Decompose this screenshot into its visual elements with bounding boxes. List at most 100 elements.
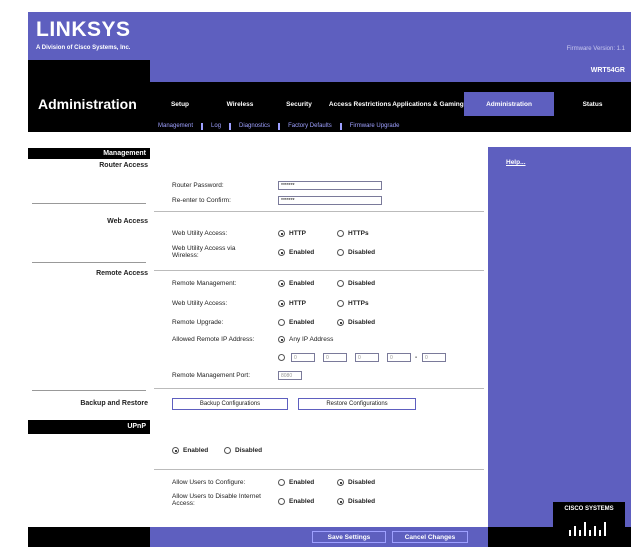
radio-selected-icon: [278, 230, 285, 237]
allow-disable-disabled-radio[interactable]: Disabled: [337, 498, 375, 505]
ip-octet-1-input[interactable]: 0: [291, 353, 315, 362]
restore-configurations-button[interactable]: Restore Configurations: [298, 398, 416, 410]
web-utility-access-label: Web Utility Access:: [172, 230, 228, 237]
divider: [32, 203, 146, 204]
router-admin-page: LINKSYS A Division of Cisco Systems, Inc…: [28, 12, 631, 547]
any-ip-radio[interactable]: Any IP Address: [278, 336, 333, 343]
section-router-access: Router Access: [99, 162, 148, 169]
subtab-factory-defaults[interactable]: Factory Defaults: [280, 122, 342, 130]
radio-unselected-icon: [337, 230, 344, 237]
cisco-systems-text: CISCO SYSTEMS: [564, 506, 614, 512]
section-management-header: Management: [28, 148, 150, 159]
radio-selected-icon: [278, 280, 285, 287]
divider: [154, 469, 484, 470]
allow-configure-label: Allow Users to Configure:: [172, 479, 246, 486]
radio-selected-icon: [337, 319, 344, 326]
radio-unselected-icon: [278, 479, 285, 486]
remote-web-utility-label: Web Utility Access:: [172, 300, 228, 307]
tab-wireless[interactable]: Wireless: [210, 101, 270, 108]
tab-status[interactable]: Status: [554, 101, 631, 108]
radio-selected-icon: [278, 336, 285, 343]
remote-management-label: Remote Management:: [172, 280, 237, 287]
tab-administration[interactable]: Administration: [464, 92, 554, 116]
divider: [154, 388, 484, 389]
firmware-version: Firmware Version: 1.1: [566, 46, 625, 52]
ip-range-dash: -: [415, 354, 418, 361]
section-upnp-header: UPnP: [28, 420, 150, 434]
reenter-password-input[interactable]: *******: [278, 196, 382, 205]
tab-setup[interactable]: Setup: [150, 101, 210, 108]
cancel-changes-button[interactable]: Cancel Changes: [392, 531, 468, 543]
logo-subtitle: A Division of Cisco Systems, Inc.: [36, 45, 131, 51]
cisco-bars-icon: [569, 522, 606, 536]
help-panel: Help...: [488, 147, 631, 527]
remote-upgrade-label: Remote Upgrade:: [172, 319, 224, 326]
remote-management-disabled-radio[interactable]: Disabled: [337, 280, 375, 287]
ip-range-radio[interactable]: [278, 354, 289, 361]
radio-unselected-icon: [337, 280, 344, 287]
radio-unselected-icon: [278, 319, 285, 326]
radio-unselected-icon: [337, 300, 344, 307]
subtab-diagnostics[interactable]: Diagnostics: [231, 122, 281, 130]
radio-selected-icon: [278, 300, 285, 307]
save-settings-button[interactable]: Save Settings: [312, 531, 386, 543]
footer-actions: Save Settings Cancel Changes: [150, 527, 488, 547]
divider: [154, 211, 484, 212]
wireless-access-disabled-radio[interactable]: Disabled: [337, 249, 375, 256]
web-utility-wireless-label: Web Utility Access via Wireless:: [172, 245, 236, 259]
web-access-http-radio[interactable]: HTTP: [278, 230, 306, 237]
main-form: Router Password: ******* Re-enter to Con…: [150, 132, 488, 527]
remote-upgrade-enabled-radio[interactable]: Enabled: [278, 319, 314, 326]
router-password-input[interactable]: *******: [278, 181, 382, 190]
divider: [32, 262, 146, 263]
ip-octet-4-input[interactable]: 0: [387, 353, 411, 362]
page-title: Administration: [38, 96, 137, 112]
help-link[interactable]: Help...: [506, 159, 526, 166]
tab-applications-gaming[interactable]: Applications & Gaming: [392, 101, 464, 108]
reenter-password-label: Re-enter to Confirm:: [172, 197, 231, 204]
footer-bar: Save Settings Cancel Changes: [28, 527, 631, 547]
linksys-logo: LINKSYS: [36, 18, 131, 41]
remote-management-enabled-radio[interactable]: Enabled: [278, 280, 314, 287]
radio-unselected-icon: [278, 498, 285, 505]
allow-disable-label: Allow Users to Disable Internet Access:: [172, 493, 261, 507]
wireless-access-enabled-radio[interactable]: Enabled: [278, 249, 314, 256]
section-remote-access: Remote Access: [96, 270, 148, 277]
radio-unselected-icon: [278, 354, 285, 361]
section-web-access: Web Access: [107, 218, 148, 225]
cisco-logo: CISCO SYSTEMS: [553, 502, 625, 544]
ip-octet-2-input[interactable]: 0: [323, 353, 347, 362]
divider: [154, 270, 484, 271]
ip-octet-3-input[interactable]: 0: [355, 353, 379, 362]
allow-configure-disabled-radio[interactable]: Disabled: [337, 479, 375, 486]
sub-tabs: Management Log Diagnostics Factory Defau…: [150, 120, 631, 132]
radio-selected-icon: [337, 498, 344, 505]
divider: [32, 390, 146, 391]
subtab-management[interactable]: Management: [150, 122, 204, 130]
model-strip: WRT54GR: [150, 60, 631, 82]
tab-security[interactable]: Security: [270, 101, 328, 108]
remote-port-label: Remote Management Port:: [172, 372, 251, 379]
remote-port-input[interactable]: 8080: [278, 371, 302, 380]
backup-configurations-button[interactable]: Backup Configurations: [172, 398, 288, 410]
main-tabs: Setup Wireless Security Access Restricti…: [150, 92, 631, 116]
upnp-enabled-radio[interactable]: Enabled: [172, 447, 208, 454]
allow-configure-enabled-radio[interactable]: Enabled: [278, 479, 314, 486]
web-access-https-radio[interactable]: HTTPs: [337, 230, 369, 237]
remote-http-radio[interactable]: HTTP: [278, 300, 306, 307]
allow-disable-enabled-radio[interactable]: Enabled: [278, 498, 314, 505]
radio-unselected-icon: [224, 447, 231, 454]
tab-access-restrictions[interactable]: Access Restrictions: [328, 101, 392, 108]
router-password-label: Router Password:: [172, 182, 224, 189]
remote-upgrade-disabled-radio[interactable]: Disabled: [337, 319, 375, 326]
subtab-firmware-upgrade[interactable]: Firmware Upgrade: [342, 123, 408, 130]
allowed-ip-label: Allowed Remote IP Address:: [172, 336, 255, 343]
remote-https-radio[interactable]: HTTPs: [337, 300, 369, 307]
upnp-disabled-radio[interactable]: Disabled: [224, 447, 262, 454]
radio-unselected-icon: [337, 249, 344, 256]
brand-banner: LINKSYS A Division of Cisco Systems, Inc…: [28, 12, 631, 60]
subtab-log[interactable]: Log: [203, 122, 232, 130]
model-name: WRT54GR: [590, 67, 625, 74]
ip-range-end-input[interactable]: 0: [422, 353, 446, 362]
section-backup-restore: Backup and Restore: [80, 400, 148, 407]
